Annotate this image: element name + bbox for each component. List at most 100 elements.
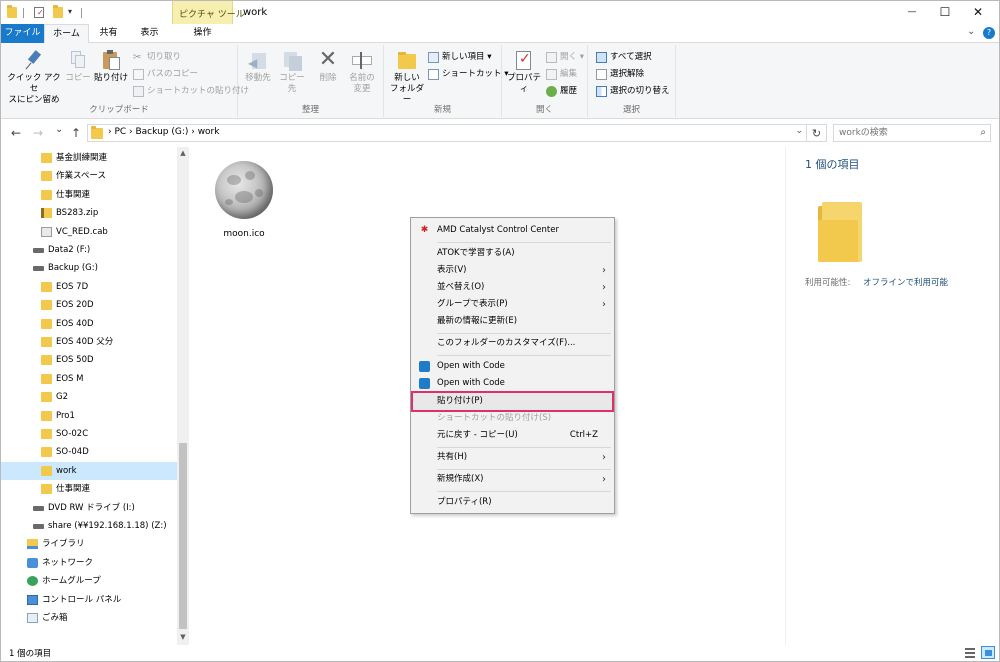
menu-item-open-with-code[interactable]: Open with Code [413,358,612,375]
menu-item-new[interactable]: 新規作成(X) › [413,471,612,488]
nav-item[interactable]: コントロール パネル [1,591,177,609]
invert-selection-button[interactable]: 選択の切り替え [596,84,670,99]
edit-button[interactable]: 編集 [546,67,577,82]
collapse-ribbon-icon[interactable]: ⌄ [967,22,975,41]
delete-label: 削除 [319,73,337,83]
menu-item-atok[interactable]: ATOKで学習する(A) [413,245,612,262]
scroll-down-icon[interactable]: ▼ [177,633,189,641]
customize-qat-icon[interactable]: ▾ [68,7,72,16]
new-folder-icon[interactable] [53,5,63,18]
nav-item[interactable]: VC_RED.cab [1,223,177,241]
close-button[interactable]: ✕ [955,1,999,24]
scroll-up-icon[interactable]: ▲ [177,149,189,157]
recent-locations-button[interactable]: ⌄ [55,124,63,135]
breadcrumb[interactable]: › PC › Backup (G:) › work [108,127,219,137]
properties-button[interactable]: ✓ プロパティ [505,47,543,95]
details-item-count: 1 個の項目 [805,158,860,171]
nav-item[interactable]: EOS M [1,370,177,388]
nav-item[interactable]: EOS 50D [1,351,177,369]
rename-button[interactable]: 名前の 変更 [346,47,378,95]
delete-button[interactable]: ✕ 削除 [314,47,342,84]
back-button[interactable]: ← [11,126,21,140]
nav-item[interactable]: Pro1 [1,407,177,425]
large-icons-view-icon[interactable] [981,646,995,659]
nav-item[interactable]: EOS 7D [1,278,177,296]
refresh-button[interactable]: ↻ [807,124,827,142]
folder-icon [41,189,52,200]
nav-item[interactable]: 仕事関連 [1,186,177,204]
tab-home[interactable]: ホーム [44,24,89,44]
menu-item-share[interactable]: 共有(H) › [413,449,612,466]
nav-item[interactable]: SO-02C [1,425,177,443]
nav-item[interactable]: ライブラリ [1,535,177,553]
tab-share[interactable]: 共有 [89,24,128,43]
nav-item[interactable]: work [1,461,177,480]
copy-label: コピー [65,73,91,83]
paste-button[interactable]: 貼り付け [94,47,128,84]
copy-path-button[interactable]: パスのコピー [133,67,198,82]
cut-button[interactable]: ✂ 切り取り [133,50,181,65]
menu-item-amd[interactable]: ✱ AMD Catalyst Control Center [413,222,612,239]
pin-quick-access-button[interactable]: クイック アクセ スにピン留め [5,47,63,106]
nav-item[interactable]: ネットワーク [1,554,177,572]
nav-item[interactable]: EOS 40D [1,315,177,333]
menu-item-refresh[interactable]: 最新の情報に更新(E) [413,313,612,330]
search-input[interactable] [839,126,969,140]
search-icon[interactable]: ⌕ [980,127,986,138]
move-to-button[interactable]: ◀ 移動先 [242,47,274,84]
nav-item[interactable]: EOS 20D [1,296,177,314]
history-button[interactable]: 履歴 [546,84,577,99]
search-box[interactable]: ⌕ [833,124,991,142]
nav-item[interactable]: SO-04D [1,443,177,461]
nav-item[interactable]: DVD RW ドライブ (I:) [1,499,177,517]
paste-shortcut-button[interactable]: ショートカットの貼り付け [133,84,249,99]
nav-item[interactable]: EOS 40D 父分 [1,333,177,351]
tab-manage[interactable]: 操作 [172,24,233,43]
select-none-button[interactable]: 選択解除 [596,67,644,82]
address-field[interactable]: › PC › Backup (G:) › work ⌄ [87,124,807,142]
select-all-button[interactable]: すべて選択 [596,50,652,65]
nav-item[interactable]: BS283.zip [1,204,177,222]
nav-item[interactable]: ごみ箱 [1,609,177,627]
copy-button[interactable]: コピー [65,47,91,84]
up-button[interactable]: ↑ [71,126,81,140]
menu-item-sort[interactable]: 並べ替え(O) › [413,279,612,296]
nav-item[interactable]: G2 [1,388,177,406]
new-folder-button[interactable]: 新しい フォルダー [387,47,427,106]
menu-item-paste[interactable]: 貼り付け(P) [411,391,614,412]
nav-scrollbar[interactable]: ▲ ▼ [177,147,189,645]
properties-check-icon[interactable]: ✓ [34,7,44,18]
file-item[interactable]: moon.ico [209,159,279,245]
tab-view[interactable]: 表示 [128,24,171,43]
menu-item-group[interactable]: グループで表示(P) › [413,296,612,313]
new-item-button[interactable]: 新しい項目 ▾ [428,50,491,65]
details-view-icon[interactable] [963,646,977,659]
nav-item-label: EOS 20D [56,300,94,311]
copy-to-icon [281,49,303,71]
folder-icon [91,126,103,139]
menu-item-view[interactable]: 表示(V) › [413,262,612,279]
easy-access-button[interactable]: ショートカット ▾ [428,67,508,82]
nav-item[interactable]: 作業スペース [1,167,177,185]
nav-item-label: コントロール パネル [42,594,122,605]
nav-item[interactable]: 仕事関連 [1,480,177,498]
scrollbar-thumb[interactable] [179,443,187,629]
help-icon[interactable]: ? [983,27,995,39]
menu-item-paste-shortcut[interactable]: ショートカットの貼り付け(S) [413,410,612,427]
nav-item[interactable]: Backup (G:) [1,259,177,277]
menu-item-properties[interactable]: プロパティ(R) [413,494,612,511]
nav-item[interactable]: ホームグループ [1,572,177,590]
nav-item[interactable]: share (¥¥192.168.1.18) (Z:) [1,517,177,535]
menu-item-customize[interactable]: このフォルダーのカスタマイズ(F)... [413,335,612,352]
nav-item[interactable]: 基金訓練関連 [1,149,177,167]
menu-item-open-with-code[interactable]: Open with Code [413,375,612,392]
navigation-pane: 基金訓練関連 作業スペース 仕事関連 BS283.zip VC_RED.cab Data2… [1,147,189,645]
menu-item-undo[interactable]: 元に戻す - コピー(U) Ctrl+Z [413,427,612,444]
address-dropdown-icon[interactable]: ⌄ [795,126,803,136]
tab-file[interactable]: ファイル [1,24,44,43]
open-button[interactable]: 開く ▾ [546,50,584,65]
copy-to-button[interactable]: コピー先 [276,47,308,95]
nav-item[interactable]: Data2 (F:) [1,241,177,259]
forward-button[interactable]: → [33,126,43,140]
paste-label: 貼り付け [94,73,129,83]
